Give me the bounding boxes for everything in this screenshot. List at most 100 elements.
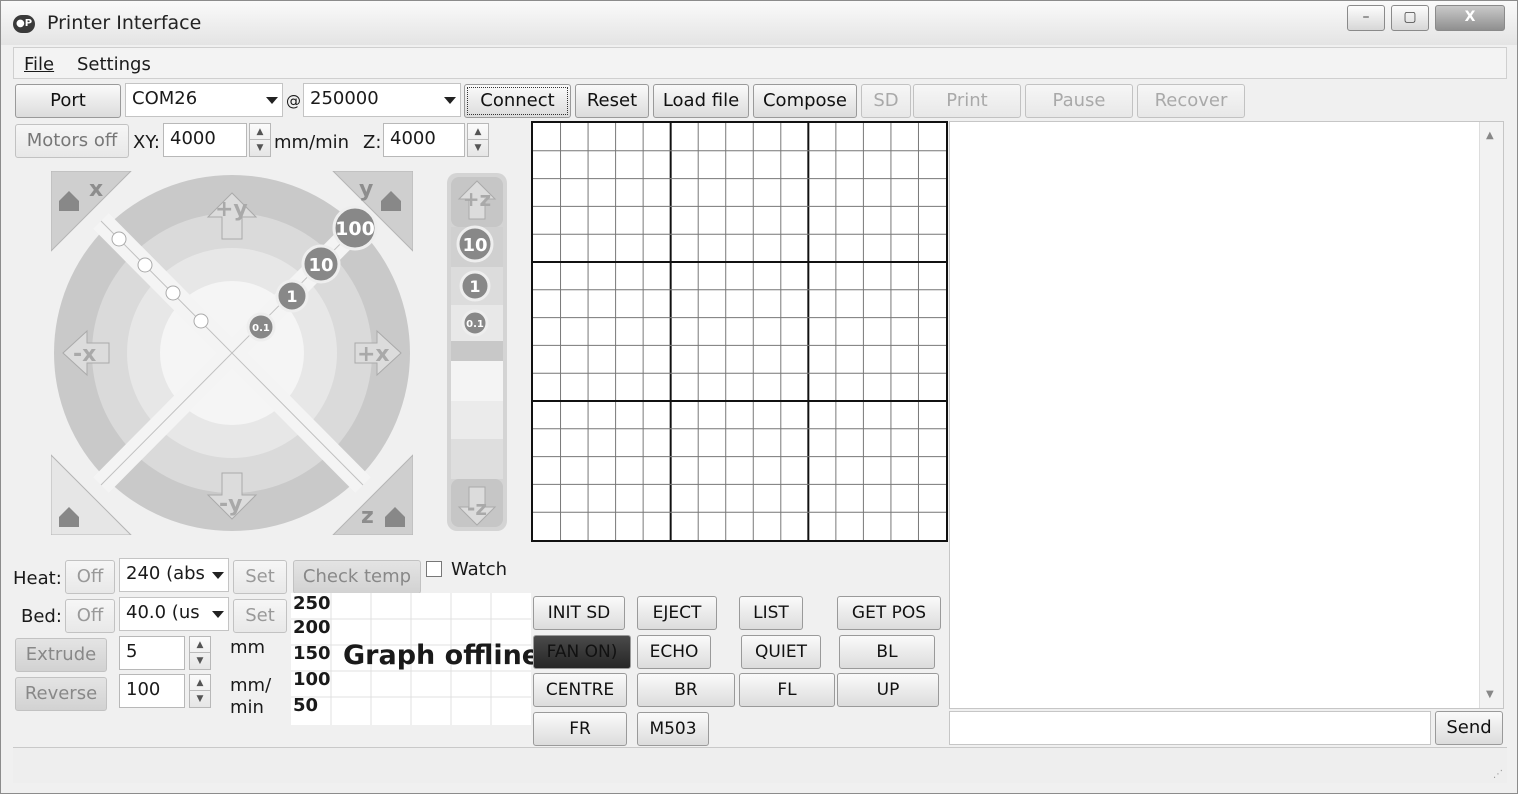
m503-button[interactable]: M503: [637, 712, 709, 746]
z-step-1-down-zone[interactable]: [451, 401, 503, 439]
scroll-up-icon[interactable]: ▲: [1486, 130, 1494, 141]
indicator-dot: [165, 285, 181, 301]
xy-feed-unit: mm/min: [274, 132, 350, 153]
window-title: Printer Interface: [47, 12, 202, 34]
heat-temp-value: 240 (abs: [126, 563, 205, 584]
print-button[interactable]: Print: [913, 84, 1021, 118]
recover-button[interactable]: Recover: [1137, 84, 1245, 118]
indicator-dot: [111, 231, 127, 247]
z-feed-stepper[interactable]: ▲ ▼: [467, 123, 489, 157]
maximize-button[interactable]: ▢: [1391, 5, 1429, 31]
extrude-feed-input[interactable]: 100: [119, 674, 185, 708]
compose-button[interactable]: Compose: [753, 84, 857, 118]
init-sd-button[interactable]: INIT SD: [533, 596, 625, 630]
fl-button[interactable]: FL: [739, 673, 835, 707]
watch-label: Watch: [451, 559, 508, 580]
bed-temp-value: 40.0 (us: [126, 602, 200, 623]
home-x-label: x: [89, 177, 103, 202]
chevron-down-icon: [212, 611, 224, 618]
heat-temp-select[interactable]: 240 (abs: [119, 558, 229, 592]
up-button[interactable]: UP: [837, 673, 939, 707]
fr-button[interactable]: FR: [533, 712, 627, 746]
heat-off-button[interactable]: Off: [65, 560, 115, 594]
extrude-button[interactable]: Extrude: [15, 638, 107, 672]
graph-tick-150: 150: [293, 643, 331, 664]
minus-y-label: -y: [219, 492, 242, 517]
grid-lines: [533, 123, 946, 540]
command-input[interactable]: [949, 711, 1431, 745]
load-file-button[interactable]: Load file: [653, 84, 749, 118]
extrude-feed-stepper[interactable]: ▲ ▼: [189, 674, 211, 708]
fan-on-button[interactable]: FAN ON): [533, 635, 631, 669]
extrude-feed-unit-2: min: [230, 697, 264, 718]
bed-preview-grid[interactable]: [531, 121, 948, 542]
stepper-down-icon[interactable]: ▼: [250, 140, 270, 156]
check-temp-button[interactable]: Check temp: [293, 560, 421, 594]
z-step-label-0-1: 0.1: [466, 319, 484, 330]
port-button[interactable]: Port: [15, 84, 121, 118]
stepper-up-icon[interactable]: ▲: [250, 124, 270, 140]
graph-tick-250: 250: [293, 593, 331, 614]
console-log[interactable]: ▲ ▼: [949, 121, 1504, 709]
minus-z-label: -z: [467, 496, 487, 520]
port-select-value: COM26: [132, 88, 198, 109]
minimize-button[interactable]: –: [1347, 5, 1385, 31]
z-feed-input[interactable]: 4000: [383, 123, 465, 157]
list-button[interactable]: LIST: [739, 596, 803, 630]
br-button[interactable]: BR: [637, 673, 735, 707]
z-step-10-down-zone[interactable]: [451, 439, 503, 479]
step-label-1: 1: [286, 287, 297, 306]
port-select[interactable]: COM26: [125, 83, 283, 117]
watch-checkbox[interactable]: [426, 561, 442, 577]
motors-off-button[interactable]: Motors off: [15, 124, 129, 158]
menu-file[interactable]: File: [24, 54, 54, 75]
xy-feed-stepper[interactable]: ▲ ▼: [249, 123, 271, 157]
reverse-button[interactable]: Reverse: [15, 677, 107, 711]
bl-button[interactable]: BL: [839, 635, 935, 669]
bed-off-button[interactable]: Off: [65, 599, 115, 633]
graph-tick-50: 50: [293, 695, 319, 716]
stepper-down-icon[interactable]: ▼: [190, 691, 210, 707]
z-feed-label: Z:: [363, 132, 382, 153]
baud-select[interactable]: 250000: [303, 83, 461, 117]
centre-button[interactable]: CENTRE: [533, 673, 627, 707]
temperature-graph: 250 200 150 100 50 Graph offline: [291, 593, 540, 725]
pause-button[interactable]: Pause: [1025, 84, 1133, 118]
stepper-down-icon[interactable]: ▼: [190, 653, 210, 669]
z-step-0-1-down-zone[interactable]: [451, 361, 503, 401]
minus-x-label: -x: [73, 342, 96, 367]
bed-set-button[interactable]: Set: [233, 599, 287, 633]
sd-button[interactable]: SD: [861, 84, 911, 118]
printer-interface-window: ●P Printer Interface – ▢ X File Settings…: [0, 0, 1518, 794]
stepper-up-icon[interactable]: ▲: [190, 637, 210, 653]
reset-button[interactable]: Reset: [575, 84, 649, 118]
stepper-up-icon[interactable]: ▲: [468, 124, 488, 140]
extrude-length-stepper[interactable]: ▲ ▼: [189, 636, 211, 670]
z-divider: [451, 341, 503, 361]
get-pos-button[interactable]: GET POS: [837, 596, 941, 630]
heat-set-button[interactable]: Set: [233, 560, 287, 594]
app-icon: ●P: [13, 15, 35, 33]
menu-bar: File Settings: [13, 47, 1507, 79]
echo-button[interactable]: ECHO: [637, 635, 711, 669]
send-button[interactable]: Send: [1435, 711, 1503, 745]
close-button[interactable]: X: [1435, 5, 1505, 31]
xy-feed-input[interactable]: 4000: [163, 123, 247, 157]
extrude-length-input[interactable]: 5: [119, 636, 185, 670]
z-step-label-1: 1: [469, 277, 480, 296]
eject-button[interactable]: EJECT: [637, 596, 717, 630]
stepper-down-icon[interactable]: ▼: [468, 140, 488, 156]
connect-button[interactable]: Connect: [464, 84, 571, 118]
xy-jog-pad[interactable]: x y z +y -y -x +x 100 10 1 0.1: [51, 171, 413, 535]
plus-x-label: +x: [357, 342, 390, 367]
stepper-up-icon[interactable]: ▲: [190, 675, 210, 691]
quiet-button[interactable]: QUIET: [741, 635, 821, 669]
bed-temp-select[interactable]: 40.0 (us: [119, 597, 229, 631]
resize-grip-icon[interactable]: ⋰: [1493, 769, 1503, 780]
heat-label: Heat:: [13, 568, 62, 589]
home-y-label: y: [359, 177, 373, 202]
z-jog-pad[interactable]: +z -z 10 1 0.1: [447, 173, 507, 531]
menu-settings[interactable]: Settings: [77, 54, 151, 75]
log-scrollbar[interactable]: ▲ ▼: [1479, 122, 1503, 708]
scroll-down-icon[interactable]: ▼: [1486, 689, 1494, 700]
